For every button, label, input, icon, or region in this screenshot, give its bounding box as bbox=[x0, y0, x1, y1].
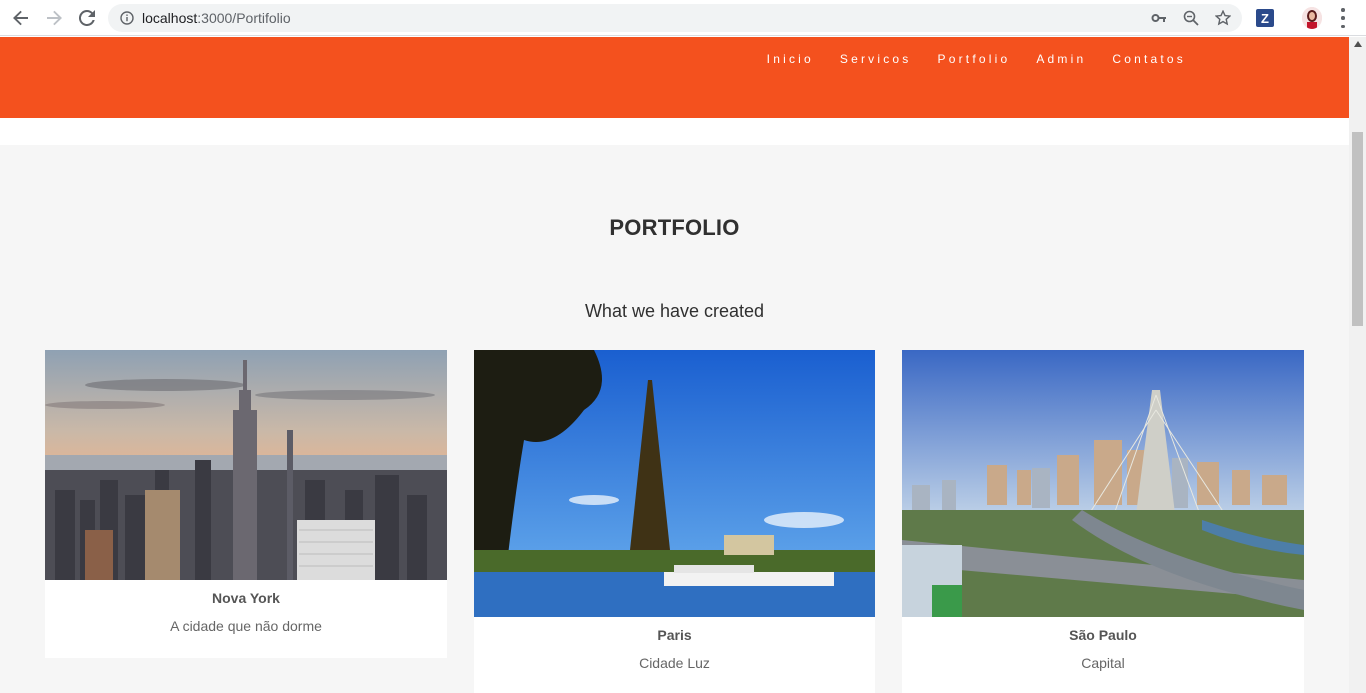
browser-menu-icon[interactable] bbox=[1336, 8, 1350, 28]
site-header: Inicio Servicos Portfolio Admin Contatos bbox=[0, 37, 1349, 118]
zoom-icon[interactable] bbox=[1182, 9, 1200, 27]
star-icon[interactable] bbox=[1214, 9, 1232, 27]
site-nav: Inicio Servicos Portfolio Admin Contatos bbox=[741, 52, 1186, 66]
card-text: A cidade que não dorme bbox=[170, 618, 322, 634]
url-text[interactable]: localhost:3000/Portifolio bbox=[142, 10, 291, 26]
scroll-thumb[interactable] bbox=[1352, 132, 1363, 326]
forward-icon[interactable] bbox=[42, 6, 66, 30]
browser-toolbar: localhost:3000/Portifolio Z bbox=[0, 0, 1366, 36]
scroll-up-icon[interactable] bbox=[1349, 37, 1366, 51]
reload-icon[interactable] bbox=[75, 6, 99, 30]
nova-york-image bbox=[45, 350, 447, 580]
portfolio-card-sao-paulo[interactable]: São Paulo Capital bbox=[902, 350, 1304, 693]
back-icon[interactable] bbox=[9, 6, 33, 30]
paris-image bbox=[474, 350, 875, 617]
address-bar[interactable]: localhost:3000/Portifolio bbox=[108, 4, 1242, 32]
card-text: Capital bbox=[1081, 655, 1125, 671]
info-icon[interactable] bbox=[118, 9, 136, 27]
card-title: Nova York bbox=[212, 590, 280, 606]
url-host: localhost bbox=[142, 10, 198, 26]
card-title: Paris bbox=[657, 627, 692, 643]
card-title: São Paulo bbox=[1069, 627, 1137, 643]
profile-avatar[interactable] bbox=[1302, 7, 1322, 29]
extension-z-icon[interactable]: Z bbox=[1256, 9, 1274, 27]
scrollbar[interactable] bbox=[1349, 37, 1366, 693]
sao-paulo-image bbox=[902, 350, 1304, 617]
nav-item-servicos[interactable]: Servicos bbox=[840, 52, 912, 66]
page-viewport: Inicio Servicos Portfolio Admin Contatos… bbox=[0, 37, 1349, 693]
portfolio-card-nova-york[interactable]: Nova York A cidade que não dorme bbox=[45, 350, 447, 658]
nav-item-contatos[interactable]: Contatos bbox=[1112, 52, 1186, 66]
portfolio-subtitle: What we have created bbox=[584, 301, 765, 321]
nav-item-admin[interactable]: Admin bbox=[1036, 52, 1086, 66]
card-text: Cidade Luz bbox=[639, 655, 710, 671]
key-icon[interactable] bbox=[1150, 9, 1168, 27]
nav-item-portfolio[interactable]: Portfolio bbox=[938, 52, 1011, 66]
url-path: :3000/Portifolio bbox=[197, 10, 291, 26]
portfolio-section: PORTFOLIO What we have created Nova York… bbox=[0, 145, 1349, 693]
portfolio-card-paris[interactable]: Paris Cidade Luz bbox=[474, 350, 875, 693]
nav-item-inicio[interactable]: Inicio bbox=[767, 52, 814, 66]
portfolio-title: PORTFOLIO bbox=[609, 215, 740, 240]
